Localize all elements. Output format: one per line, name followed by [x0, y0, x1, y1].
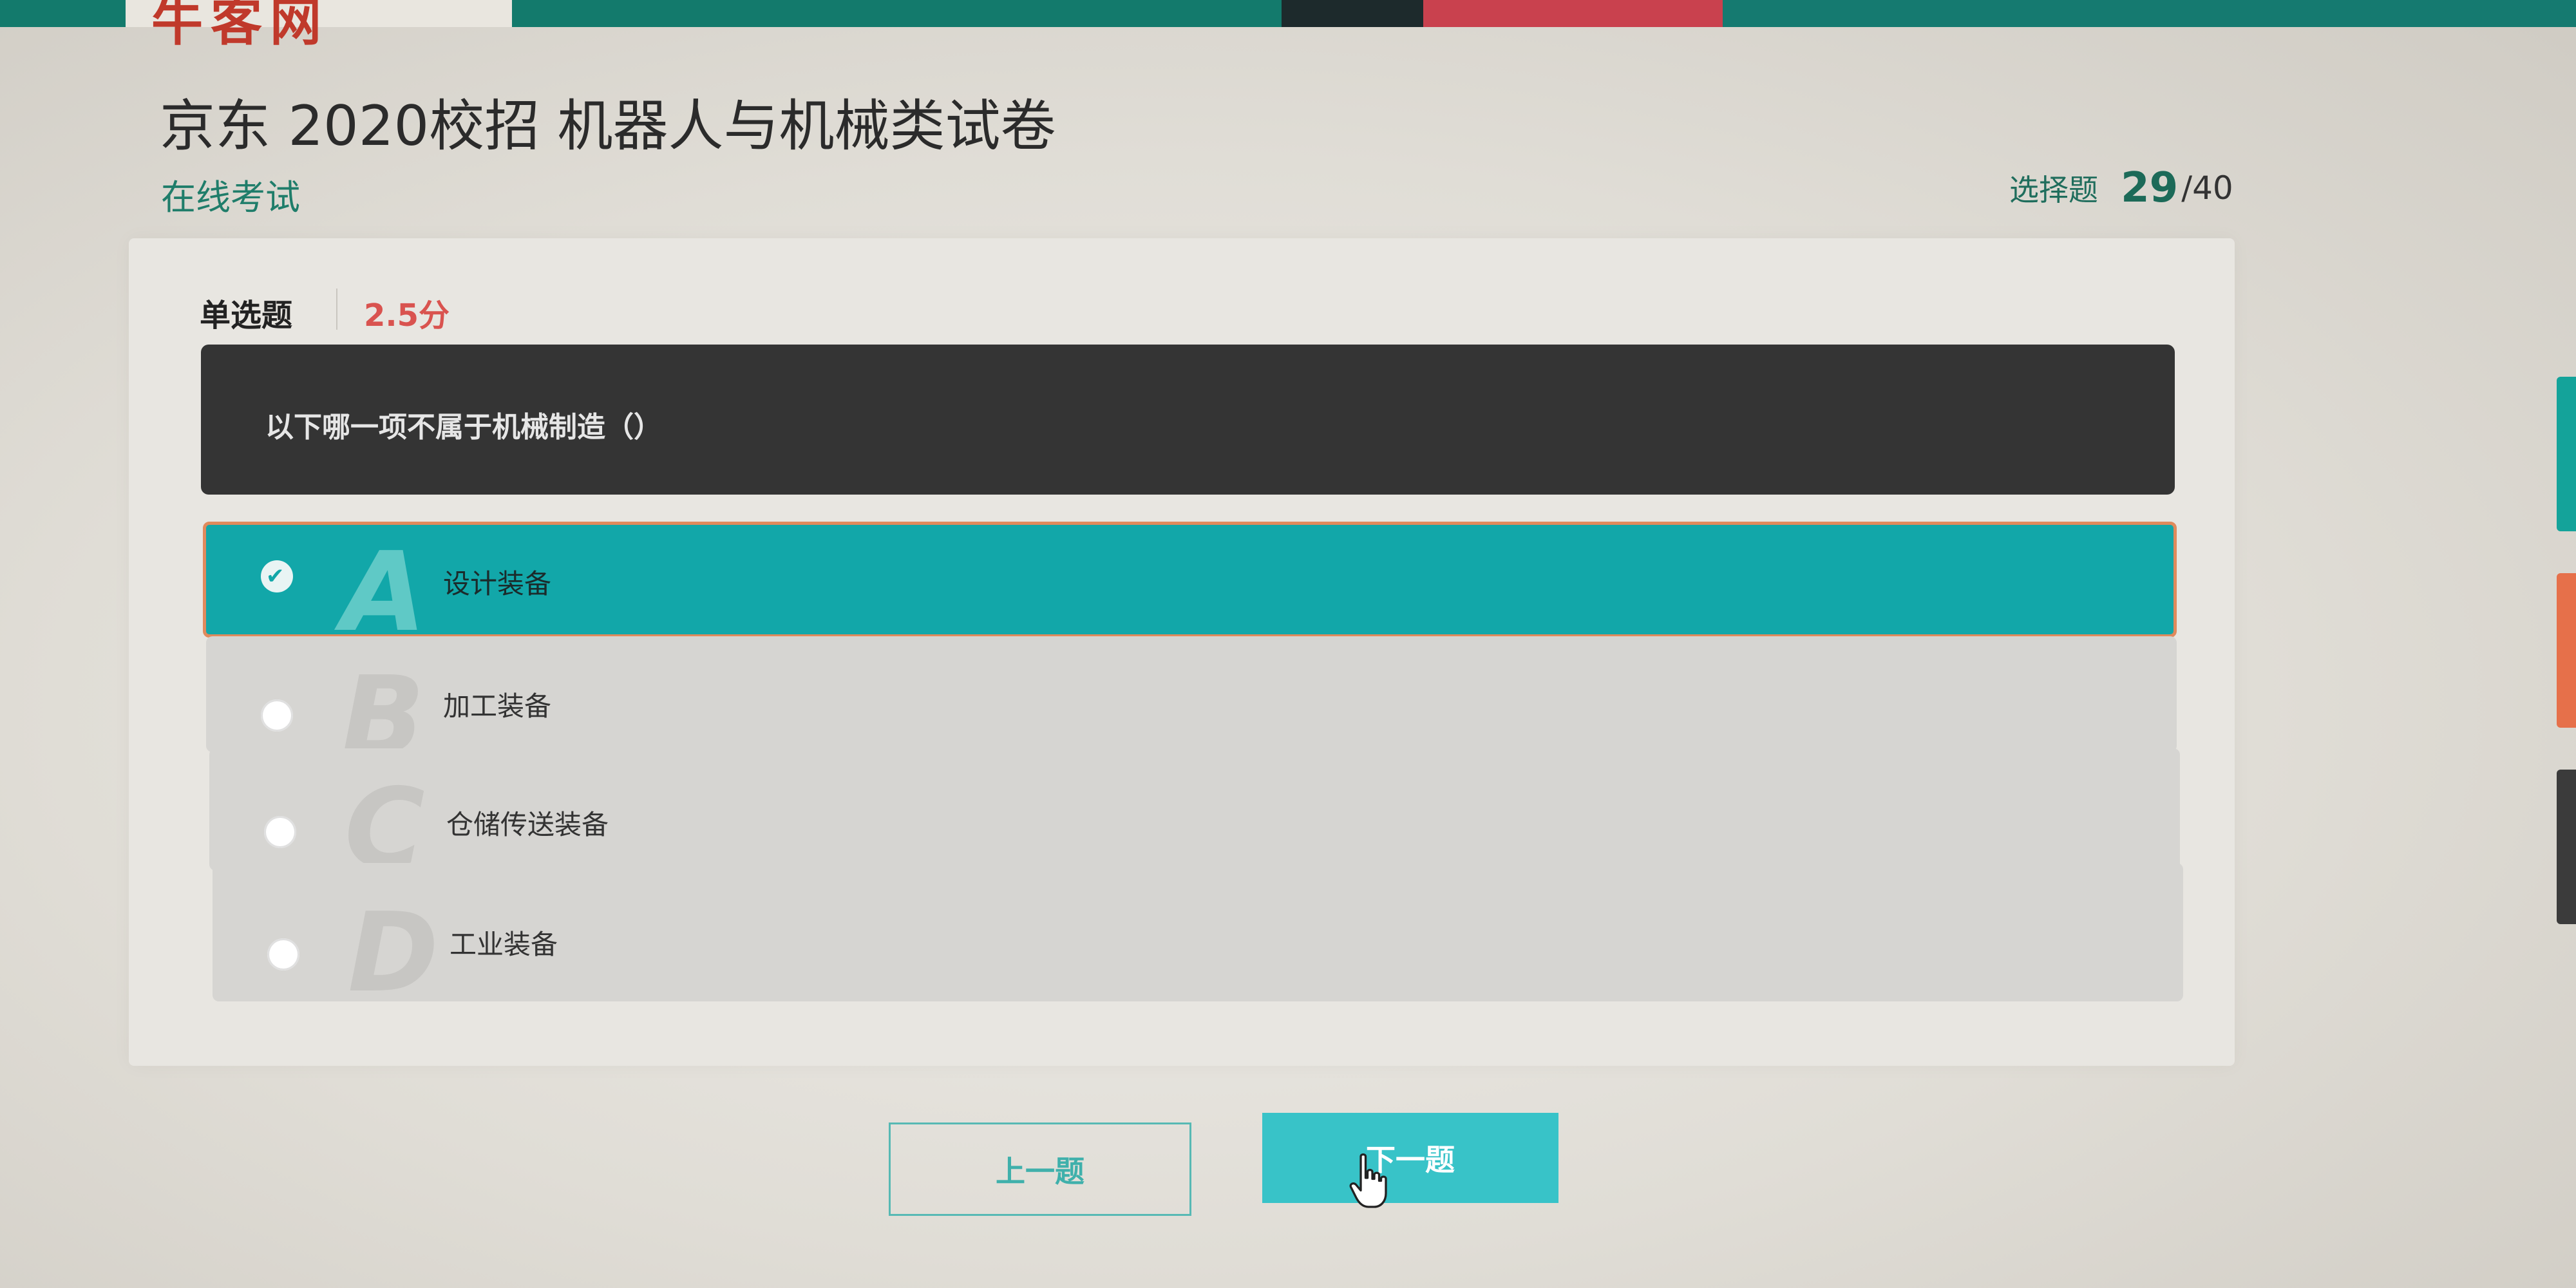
question-score: 2.5分: [364, 298, 450, 334]
top-bar-teal-segment: [1723, 0, 2576, 27]
site-logo[interactable]: 牛客网: [126, 0, 512, 52]
option-d-letter: D: [348, 889, 439, 1017]
option-c-radio[interactable]: [264, 816, 296, 848]
option-b[interactable]: B 加工装备: [206, 636, 2177, 772]
option-d[interactable]: D 工业装备: [213, 863, 2183, 1008]
exam-subtitle: 在线考试: [161, 177, 300, 218]
option-c-text: 仓储传送装备: [446, 809, 609, 840]
prev-question-button[interactable]: 上一题: [889, 1122, 1191, 1216]
option-d-text: 工业装备: [450, 929, 558, 960]
side-tab-orange[interactable]: [2557, 573, 2576, 728]
progress-current: 29: [2121, 164, 2179, 212]
option-a-letter: A: [341, 529, 426, 656]
question-progress: 选择题 29 /40: [2009, 164, 2233, 212]
check-icon: ✔: [266, 564, 285, 589]
option-c[interactable]: C 仓储传送装备: [209, 748, 2180, 884]
question-stem: 以下哪一项不属于机械制造（）: [201, 345, 2175, 495]
side-tab-teal[interactable]: [2557, 377, 2576, 531]
side-tab-dark[interactable]: [2557, 770, 2576, 924]
exam-title: 京东 2020校招 机器人与机械类试卷: [160, 94, 1056, 158]
hand-pointer-icon: [1349, 1153, 1387, 1208]
option-b-radio[interactable]: [261, 699, 293, 732]
question-type: 单选题: [200, 298, 293, 334]
logo-text: 牛客网: [151, 0, 329, 52]
top-bar-red-segment: [1423, 0, 1723, 27]
question-text: 以下哪一项不属于机械制造（）: [265, 411, 662, 444]
divider: [336, 289, 337, 330]
top-bar-dark-segment: [1282, 0, 1423, 27]
option-a-radio[interactable]: ✔: [261, 560, 293, 592]
option-a-text: 设计装备: [443, 568, 552, 600]
next-question-button[interactable]: 下一题: [1262, 1113, 1558, 1203]
option-d-radio[interactable]: [267, 938, 299, 971]
progress-label: 选择题: [2009, 173, 2098, 207]
progress-total: /40: [2181, 169, 2233, 207]
option-a[interactable]: ✔ A 设计装备: [203, 522, 2177, 647]
option-b-text: 加工装备: [443, 690, 552, 722]
top-bar: 牛客网: [0, 0, 2576, 52]
